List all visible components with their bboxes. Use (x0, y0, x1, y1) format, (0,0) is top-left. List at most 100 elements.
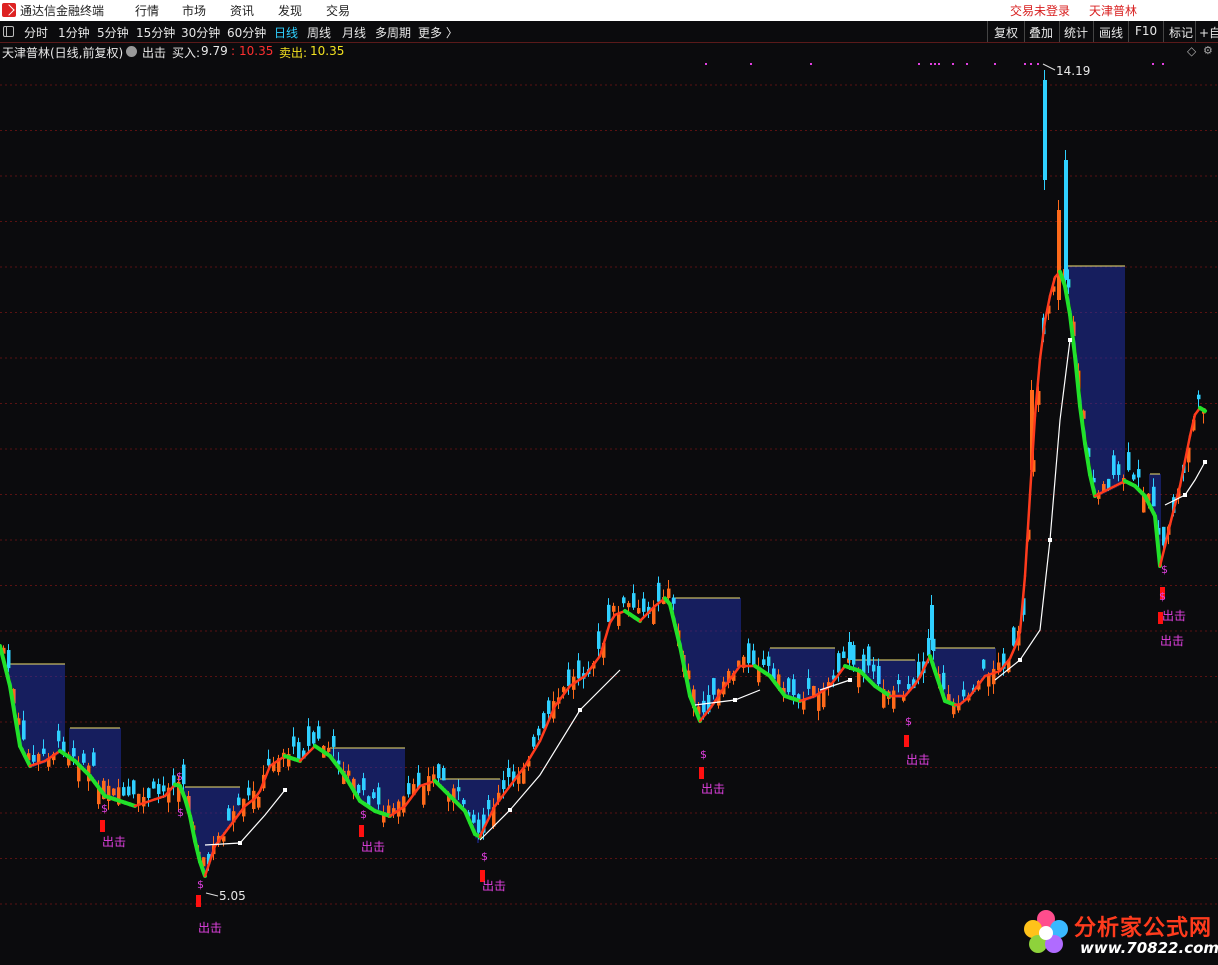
f10-button[interactable]: F10 (1135, 24, 1157, 38)
signal-label: 出击 (361, 840, 385, 854)
kline-chart[interactable]: $ 出击 $ $ $ 出击 $ 出击 $ 出击 $ 出击 $ 出击 $ 出击 $ 出击 14.19 5.05 (0, 42, 1218, 963)
signal-dollar: $ (101, 802, 108, 815)
candle-body (597, 631, 601, 649)
signal-label: 出击 (1162, 609, 1186, 623)
mark-button[interactable]: 标记 (1169, 24, 1193, 41)
candle-body (657, 582, 661, 602)
signal-dot (994, 63, 996, 65)
period-1min[interactable]: 1分钟 (58, 24, 90, 41)
period-fenshi[interactable]: 分时 (24, 24, 48, 41)
candle-body (612, 605, 616, 612)
ma-segment (1198, 405, 1207, 413)
candle-body (622, 597, 626, 604)
candle-body (992, 668, 996, 685)
ma-segment (1033, 357, 1042, 418)
candle-body (907, 684, 911, 690)
menu-item-discover[interactable]: 发现 (278, 2, 302, 19)
candle-body (930, 605, 934, 640)
candle-body (312, 732, 316, 744)
candle-body (292, 736, 296, 747)
signal-bar (1158, 612, 1163, 624)
ma-segment (928, 654, 937, 673)
sell-value: 10.35 (310, 44, 345, 58)
candle-body (1067, 279, 1071, 288)
menu-item-markets[interactable]: 市场 (182, 2, 206, 19)
high-price-pointer (1042, 63, 1056, 71)
menu-item-trade[interactable]: 交易 (326, 2, 350, 19)
candle-body (872, 664, 876, 672)
ma-segment (1178, 459, 1187, 488)
candle-body (502, 780, 506, 790)
candle-body (247, 787, 251, 796)
period-30min[interactable]: 30分钟 (181, 24, 220, 41)
candle-body (437, 764, 441, 779)
candle-body (257, 797, 261, 808)
candle-body (997, 662, 1001, 671)
menu-item-news[interactable]: 资讯 (230, 2, 254, 19)
signal-dot (810, 63, 812, 65)
candle-body (897, 679, 901, 685)
menu-item-market[interactable]: 行情 (135, 2, 159, 19)
candle-body (537, 728, 541, 736)
candle-body (152, 781, 156, 789)
adjust-button[interactable]: 复权 (994, 24, 1018, 41)
signal-bar (904, 735, 909, 747)
candle-body (1057, 210, 1061, 300)
candle-body (297, 742, 301, 760)
low-price-pointer (205, 892, 219, 897)
high-price-label: 14.19 (1056, 64, 1090, 78)
candle-body (892, 690, 896, 709)
low-price-label: 5.05 (219, 889, 246, 903)
settings-gear-icon[interactable]: ⚙ (1203, 44, 1213, 57)
candle-body (942, 672, 946, 690)
candle-body (637, 608, 641, 614)
period-multi[interactable]: 多周期 (375, 24, 411, 41)
diamond-icon[interactable]: ◇ (1187, 44, 1196, 58)
candle-body (507, 767, 511, 778)
candle-body (237, 797, 241, 806)
buy-value-1: 9.79 (201, 44, 228, 58)
draw-button[interactable]: 画线 (1099, 24, 1123, 41)
ma-segment (543, 716, 552, 731)
signal-dot (1037, 63, 1039, 65)
candle-body (1112, 455, 1116, 476)
period-daily[interactable]: 日线 (274, 24, 298, 41)
signal-dollar: $ (360, 808, 367, 821)
candle-body (747, 643, 751, 664)
candle-body (1064, 160, 1068, 280)
candle-body (462, 799, 466, 805)
slow-line-marker (1183, 493, 1187, 497)
signal-label: 出击 (198, 921, 222, 935)
slow-line-marker (508, 808, 512, 812)
period-5min[interactable]: 5分钟 (97, 24, 129, 41)
candle-body (867, 646, 871, 666)
signal-dot (705, 63, 707, 65)
slow-line-marker (848, 678, 852, 682)
signal-bar (699, 767, 704, 779)
signal-dollar: $ (1161, 563, 1168, 576)
period-weekly[interactable]: 周线 (307, 24, 331, 41)
period-60min[interactable]: 60分钟 (227, 24, 266, 41)
candle-body (127, 786, 131, 796)
candle-body (837, 653, 841, 673)
candle-body (632, 593, 636, 608)
stats-button[interactable]: 统计 (1064, 24, 1088, 41)
signal-bar (100, 820, 105, 832)
candle-body (157, 784, 161, 795)
custom-button[interactable]: +自 (1199, 24, 1218, 41)
ma-segment (1153, 514, 1162, 568)
indicator-settings-icon[interactable] (126, 46, 137, 57)
candle-body (577, 660, 581, 679)
candle-body (267, 758, 271, 766)
period-more[interactable]: 更多 〉 (418, 24, 458, 41)
period-15min[interactable]: 15分钟 (136, 24, 175, 41)
watermark: 分析家公式网 www.70822.com (1018, 905, 1218, 961)
period-monthly[interactable]: 月线 (342, 24, 366, 41)
login-status[interactable]: 交易未登录 (1010, 2, 1070, 19)
overlay-button[interactable]: 叠加 (1029, 24, 1053, 41)
ma-segment (178, 784, 187, 801)
panel-toggle-icon[interactable] (3, 26, 14, 37)
signal-bar (359, 825, 364, 837)
signal-dot (1024, 63, 1026, 65)
candle-body (227, 808, 231, 821)
